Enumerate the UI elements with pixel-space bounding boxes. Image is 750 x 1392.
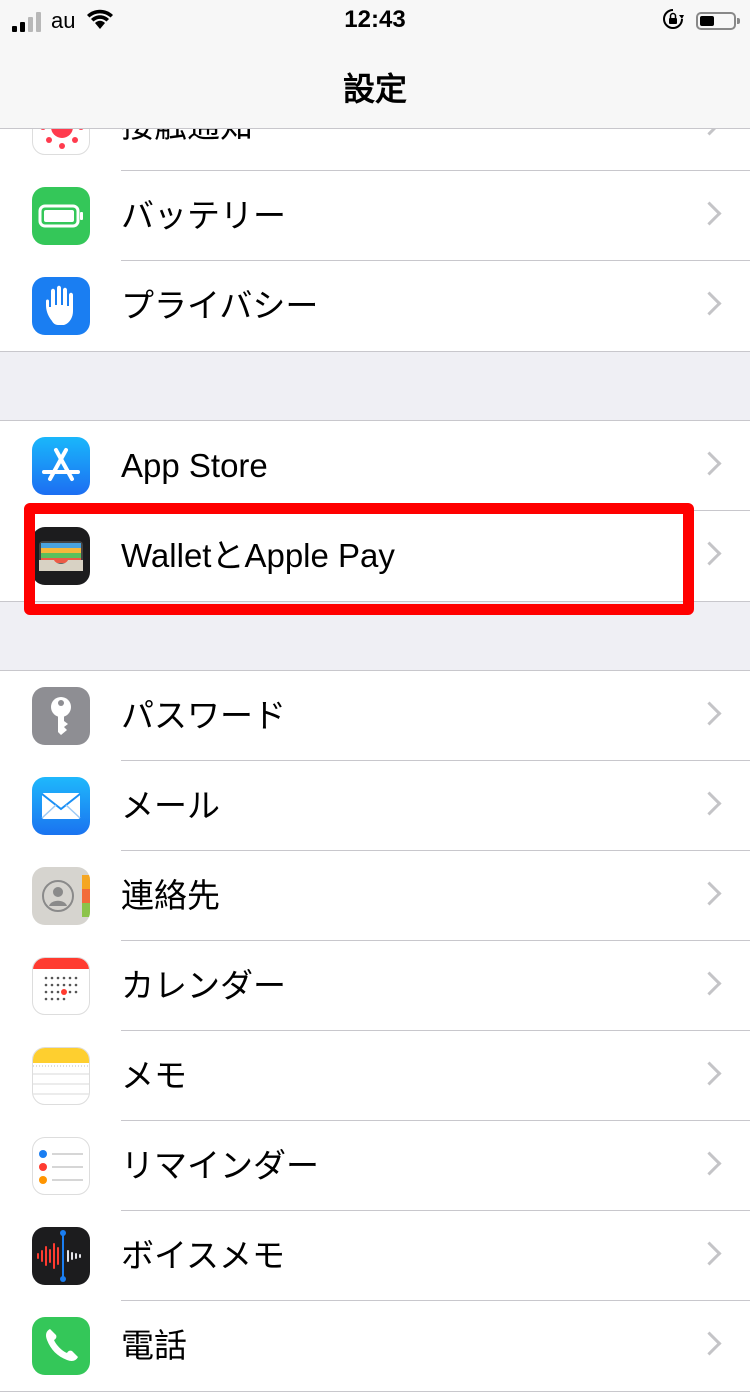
settings-row-label: リマインダー [121,1146,319,1185]
app-store-icon [32,437,90,495]
settings-row-label: WalletとApple Pay [121,537,395,574]
status-bar: au 12:43 [0,0,750,42]
status-time: 12:43 [344,6,406,33]
chevron-right-icon [697,201,722,226]
chevron-right-icon [697,541,722,566]
chevron-right-icon [697,1331,722,1356]
settings-row-phone[interactable]: 電話 [0,1301,750,1391]
settings-row-label: カレンダー [121,966,286,1005]
settings-row-calendar[interactable]: カレンダー [0,941,750,1031]
settings-row-label: App Store [121,447,268,484]
voice-memos-icon [32,1227,90,1285]
calendar-icon [32,957,90,1015]
privacy-hand-icon [32,277,90,335]
key-icon [32,687,90,745]
settings-row-battery[interactable]: バッテリー [0,171,750,261]
settings-row-label: メモ [121,1056,187,1095]
settings-row-label: ボイスメモ [121,1236,286,1275]
reminders-icon [32,1137,90,1195]
settings-row-reminders[interactable]: リマインダー [0,1121,750,1211]
battery-status-icon [696,12,740,30]
settings-row-label: パスワード [121,696,286,735]
settings-row-label: 電話 [121,1326,187,1365]
chevron-right-icon [697,881,722,906]
notes-icon [32,1047,90,1105]
battery-icon [32,187,90,245]
settings-row-wallet-apple-pay[interactable]: WalletとApple Pay [0,511,750,601]
page-title: 設定 [342,70,407,108]
settings-row-label: メール [121,786,220,825]
orientation-lock-icon [662,8,684,34]
chevron-right-icon [697,1151,722,1176]
settings-group-2: App Store WalletとApple Pay [0,420,750,602]
navigation-bar: 設定 [0,42,750,129]
chevron-right-icon [697,1241,722,1266]
phone-icon [32,1317,90,1375]
settings-row-label: プライバシー [121,286,319,325]
contacts-icon [32,867,90,925]
chevron-right-icon [697,451,722,476]
settings-row-label: 連絡先 [121,876,220,915]
settings-group-3: パスワード メール 連絡先 カレンダー メモ リマインダー ボイスメモ 電話 [0,670,750,1392]
settings-row-privacy[interactable]: プライバシー [0,261,750,351]
chevron-right-icon [697,791,722,816]
settings-row-notes[interactable]: メモ [0,1031,750,1121]
chevron-right-icon [697,971,722,996]
wallet-icon [32,527,90,585]
settings-row-app-store[interactable]: App Store [0,421,750,511]
mail-icon [32,777,90,835]
settings-row-passwords[interactable]: パスワード [0,671,750,761]
chevron-right-icon [697,1061,722,1086]
chevron-right-icon [697,701,722,726]
settings-row-contacts[interactable]: 連絡先 [0,851,750,941]
settings-row-mail[interactable]: メール [0,761,750,851]
chevron-right-icon [697,291,722,316]
settings-row-label: バッテリー [121,196,286,235]
settings-row-voice-memos[interactable]: ボイスメモ [0,1211,750,1301]
